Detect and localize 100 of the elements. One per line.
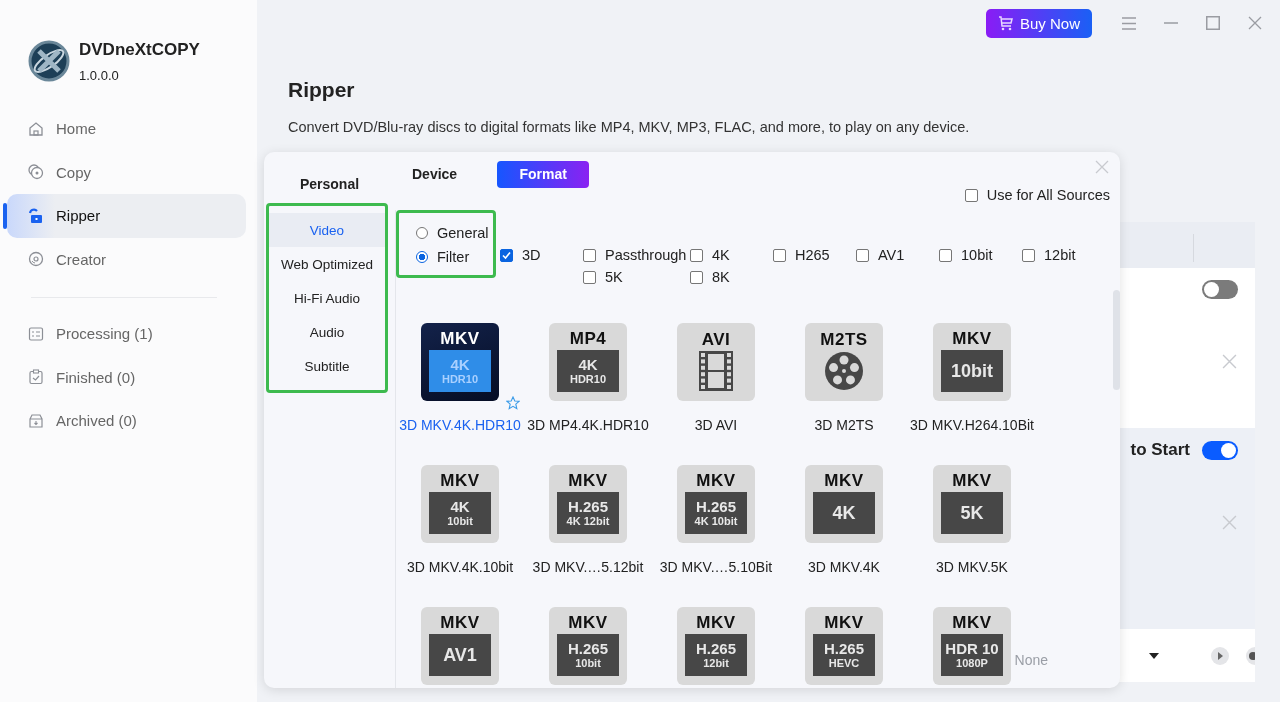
- badge-text: 4K: [832, 503, 856, 523]
- checkbox-label: 10bit: [961, 247, 993, 263]
- app-name: DVDneXtCOPY: [79, 39, 200, 60]
- checkbox-label: 3D: [522, 247, 541, 263]
- badge-text: 10bit: [951, 361, 993, 381]
- sidebar-item[interactable]: Copy: [7, 150, 246, 194]
- format-name: MP4: [569, 330, 607, 348]
- format-label: 3D MKV.4K: [808, 559, 880, 575]
- format-label: 3D MKV.H264.10Bit: [910, 417, 1034, 433]
- badge-text: 4K: [450, 356, 470, 373]
- format-label: 3D MKV.5K: [936, 559, 1008, 575]
- sidebar-item[interactable]: Home: [7, 107, 246, 151]
- badge-text: 4K: [450, 498, 470, 515]
- toggle-switch[interactable]: [1202, 280, 1238, 299]
- caret-icon[interactable]: [1149, 652, 1159, 659]
- logo-icon: [28, 40, 70, 82]
- format-label: 3D MKV.4K.HDR10: [399, 417, 521, 433]
- format-tile[interactable]: MKV 4K 10bit: [421, 465, 499, 543]
- badge-text: H.265: [568, 498, 608, 515]
- checkbox[interactable]: [939, 248, 952, 262]
- sidebar-item[interactable]: Creator: [7, 237, 246, 281]
- format-name: MKV: [440, 330, 480, 348]
- format-tile[interactable]: AVI: [677, 323, 755, 401]
- checkbox[interactable]: [690, 248, 703, 262]
- badge-text: 10bit: [575, 657, 601, 670]
- checkbox-label: 8K: [712, 269, 730, 285]
- format-name: MKV: [952, 472, 992, 490]
- radio-button[interactable]: [416, 227, 428, 239]
- format-label: 3D MKV.4K.10bit: [406, 559, 514, 575]
- format-tile[interactable]: MKV H.265 12bit: [677, 607, 755, 685]
- format-tile[interactable]: MKV AV1: [421, 607, 499, 685]
- badge-text: 10bit: [447, 515, 473, 528]
- format-tile[interactable]: MKV 4K: [805, 465, 883, 543]
- checkbox[interactable]: [856, 248, 869, 262]
- close-icon[interactable]: [1247, 16, 1262, 30]
- category-item[interactable]: Hi-Fi Audio: [269, 281, 385, 315]
- format-label: 3D MKV.…5.12bit: [532, 559, 644, 575]
- format-name: MKV: [696, 614, 736, 632]
- format-tile[interactable]: MKV H.265 4K 12bit: [549, 465, 627, 543]
- radio-button[interactable]: [416, 251, 428, 263]
- format-tile[interactable]: MP4 4K HDR10: [549, 323, 627, 401]
- format-name: MKV: [952, 330, 992, 348]
- format-name: MKV: [568, 472, 608, 490]
- maximize-icon[interactable]: [1206, 16, 1220, 30]
- checkbox-label: 12bit: [1044, 247, 1076, 263]
- badge-text: HDR10: [569, 373, 607, 386]
- section-title: Personal: [298, 174, 361, 194]
- format-tile[interactable]: MKV 5K: [933, 465, 1011, 543]
- format-tile[interactable]: MKV 10bit: [933, 323, 1011, 401]
- format-name: M2TS: [820, 331, 868, 349]
- format-name: MKV: [824, 614, 864, 632]
- buy-now-button[interactable]: Buy Now: [985, 8, 1092, 38]
- format-tile[interactable]: MKV H.265 10bit: [549, 607, 627, 685]
- category-item[interactable]: Video: [269, 213, 385, 247]
- checkbox-label: 5K: [605, 269, 623, 285]
- badge-text: HDR10: [441, 373, 479, 386]
- format-tile[interactable]: MKV 4K HDR10: [421, 323, 499, 401]
- badge-text: H.265: [824, 640, 864, 657]
- tab[interactable]: Format: [497, 160, 590, 188]
- toggle-switch[interactable]: [1202, 440, 1238, 460]
- format-label: 3D MP4.4K.HDR10: [527, 417, 649, 433]
- category-item[interactable]: Audio: [269, 315, 385, 349]
- format-tile[interactable]: MKV H.265 HEVC: [805, 607, 883, 685]
- format-tile[interactable]: M2TS: [805, 323, 883, 401]
- badge-text: H.265: [568, 640, 608, 657]
- checkbox[interactable]: [1022, 248, 1035, 262]
- format-name: MKV: [824, 472, 864, 490]
- category-item[interactable]: Web Optimized: [269, 247, 385, 281]
- menu-icon[interactable]: [1122, 16, 1136, 30]
- format-label: 3D MKV.…5.10Bit: [659, 559, 773, 575]
- sidebar-item[interactable]: Processing (1): [7, 312, 246, 356]
- checkbox[interactable]: [500, 248, 513, 262]
- toggle-label: to Start: [1130, 440, 1190, 460]
- tab[interactable]: Device: [412, 160, 458, 188]
- checklist-icon: [27, 324, 45, 343]
- film-reel-icon: [824, 351, 864, 391]
- checkbox-label: Passthrough: [605, 247, 687, 263]
- star-icon[interactable]: [506, 396, 520, 410]
- checkbox[interactable]: [583, 270, 596, 284]
- cart-icon: [997, 15, 1014, 31]
- archive-box-icon: [27, 411, 45, 430]
- format-label: 3D AVI: [694, 417, 738, 433]
- checkbox-label: Use for All Sources: [986, 187, 1110, 203]
- film-strip-icon: [699, 351, 733, 391]
- checkbox[interactable]: [964, 188, 978, 202]
- category-item[interactable]: Subtitle: [269, 349, 385, 383]
- radio-label: Filter: [437, 249, 470, 265]
- format-tile[interactable]: MKV HDR 10 1080P: [933, 607, 1011, 685]
- clipboard-icon: [27, 368, 45, 387]
- checkbox[interactable]: [583, 248, 596, 262]
- checkbox[interactable]: [773, 248, 786, 262]
- badge-text: HDR 10: [945, 640, 999, 657]
- format-tile[interactable]: MKV H.265 4K 10bit: [677, 465, 755, 543]
- checkbox-label: AV1: [878, 247, 905, 263]
- page-title: Ripper: [288, 78, 356, 102]
- checkbox-label: H265: [795, 247, 830, 263]
- sidebar-item[interactable]: Finished (0): [7, 355, 246, 399]
- play-icon[interactable]: [1211, 646, 1229, 665]
- checkbox[interactable]: [690, 270, 703, 284]
- sidebar-item[interactable]: Archived (0): [7, 399, 246, 443]
